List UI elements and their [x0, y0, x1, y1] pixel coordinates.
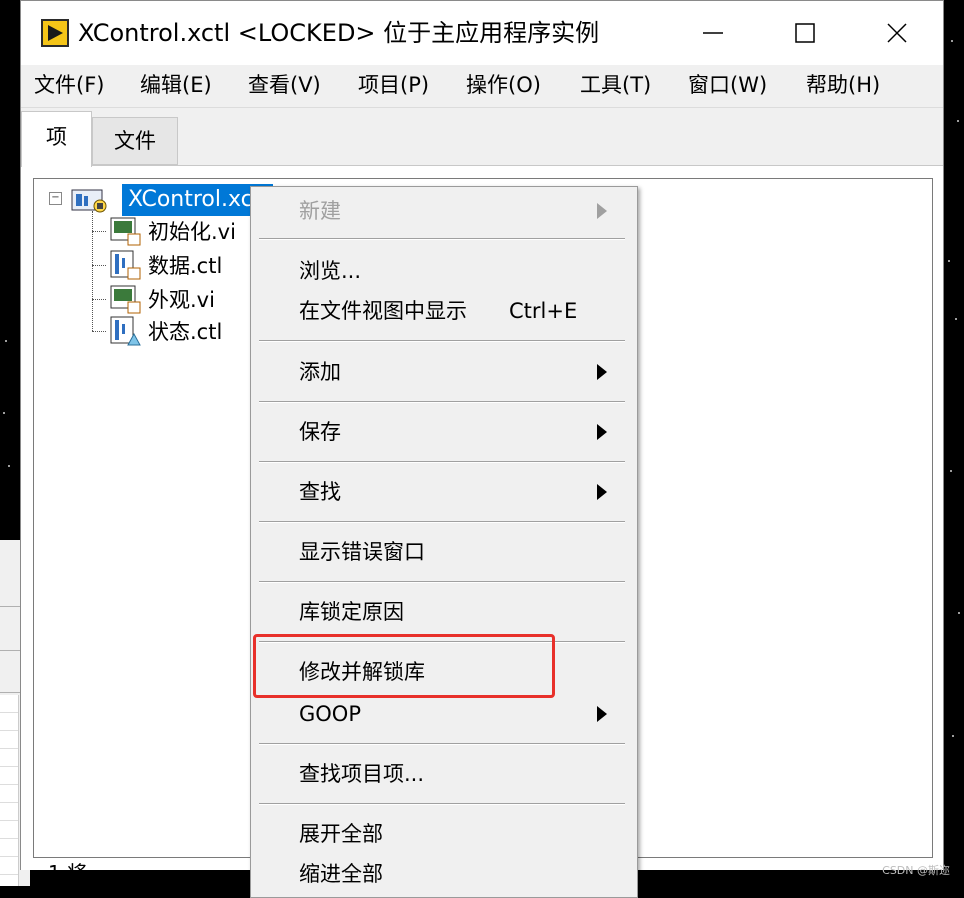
menu-item-label: 展开全部	[299, 822, 383, 846]
menu-item-label: 库锁定原因	[299, 600, 404, 624]
annotation-highlight-box	[253, 634, 555, 698]
tree-connector	[92, 265, 106, 266]
menu-separator	[259, 238, 625, 240]
menu-item-save[interactable]: 保存	[251, 412, 637, 452]
close-button[interactable]	[851, 1, 943, 65]
menu-item-label: 新建	[299, 199, 341, 223]
tree-item-label: 数据.ctl	[148, 254, 223, 278]
minimize-icon	[703, 32, 723, 34]
menu-item-label: 在文件视图中显示	[299, 299, 467, 323]
menu-item-find-project-items[interactable]: 查找项目项...	[251, 754, 637, 794]
menu-item-goop[interactable]: GOOP	[251, 694, 637, 734]
menu-tools[interactable]: 工具(T)	[580, 65, 651, 105]
submenu-arrow-icon	[597, 364, 607, 380]
menu-item-expand-all[interactable]: 展开全部	[251, 814, 637, 854]
menu-item-label: GOOP	[299, 702, 361, 726]
tree-connector	[92, 211, 93, 331]
menu-item-label: 浏览...	[299, 259, 362, 283]
menu-item-new[interactable]: 新建	[251, 191, 637, 231]
menu-separator	[259, 521, 625, 523]
xcontrol-library-icon	[71, 189, 107, 213]
tree-connector	[92, 299, 106, 300]
watermark: CSDN @斯迩	[882, 864, 950, 877]
menu-edit[interactable]: 编辑(E)	[140, 65, 212, 105]
vi-icon	[110, 217, 141, 246]
tree-item-label: 初始化.vi	[148, 220, 236, 244]
typedef-control-icon	[110, 316, 141, 346]
menu-item-collapse-all[interactable]: 缩进全部	[251, 854, 637, 894]
collapse-toggle[interactable]: −	[49, 192, 62, 205]
menu-window[interactable]: 窗口(W)	[688, 65, 767, 105]
menu-separator	[259, 743, 625, 745]
tab-items[interactable]: 项	[21, 111, 92, 167]
maximize-icon	[795, 23, 815, 43]
menu-item-add[interactable]: 添加	[251, 352, 637, 392]
menu-operate[interactable]: 操作(O)	[466, 65, 541, 105]
menu-item-shortcut: Ctrl+E	[509, 299, 578, 323]
menu-help[interactable]: 帮助(H)	[806, 65, 880, 105]
background-text: 1.将	[48, 861, 88, 885]
context-menu: 新建 浏览... 在文件视图中显示 Ctrl+E 添加 保存 查找 显示错误窗口…	[250, 186, 638, 898]
vi-icon	[110, 285, 141, 314]
title-bar[interactable]: XControl.xctl <LOCKED> 位于主应用程序实例	[21, 1, 943, 65]
window-title: XControl.xctl <LOCKED> 位于主应用程序实例	[78, 19, 600, 47]
submenu-arrow-icon	[597, 203, 607, 219]
menu-view[interactable]: 查看(V)	[248, 65, 321, 105]
maximize-button[interactable]	[759, 1, 851, 65]
tree-item-label: 状态.ctl	[148, 320, 223, 344]
menu-item-library-lock-reason[interactable]: 库锁定原因	[251, 592, 637, 632]
menu-item-label: 显示错误窗口	[299, 540, 425, 564]
tree-connector	[92, 231, 106, 232]
menu-separator	[259, 461, 625, 463]
tree-connector	[92, 331, 106, 332]
menu-separator	[259, 340, 625, 342]
menu-separator	[259, 581, 625, 583]
menu-item-label: 查找	[299, 480, 341, 504]
labview-arrow-icon	[41, 19, 69, 47]
menu-separator	[259, 803, 625, 805]
menu-item-show-error-window[interactable]: 显示错误窗口	[251, 532, 637, 572]
menu-item-label: 缩进全部	[299, 862, 383, 886]
tab-files[interactable]: 文件	[92, 117, 178, 165]
menu-separator	[259, 401, 625, 403]
menu-item-label: 保存	[299, 420, 341, 444]
submenu-arrow-icon	[597, 484, 607, 500]
menu-item-show-in-files-view[interactable]: 在文件视图中显示 Ctrl+E	[251, 291, 637, 331]
tree-item-label: 外观.vi	[148, 288, 215, 312]
menu-item-label: 查找项目项...	[299, 762, 425, 786]
control-icon	[110, 250, 141, 280]
menu-project[interactable]: 项目(P)	[358, 65, 429, 105]
menu-file[interactable]: 文件(F)	[34, 65, 104, 105]
menu-item-browse[interactable]: 浏览...	[251, 251, 637, 291]
close-icon	[887, 23, 907, 43]
minimize-button[interactable]	[667, 1, 759, 65]
submenu-arrow-icon	[597, 706, 607, 722]
menu-bar: 文件(F) 编辑(E) 查看(V) 项目(P) 操作(O) 工具(T) 窗口(W…	[21, 65, 943, 108]
menu-item-find[interactable]: 查找	[251, 472, 637, 512]
menu-item-label: 添加	[299, 360, 341, 384]
submenu-arrow-icon	[597, 424, 607, 440]
